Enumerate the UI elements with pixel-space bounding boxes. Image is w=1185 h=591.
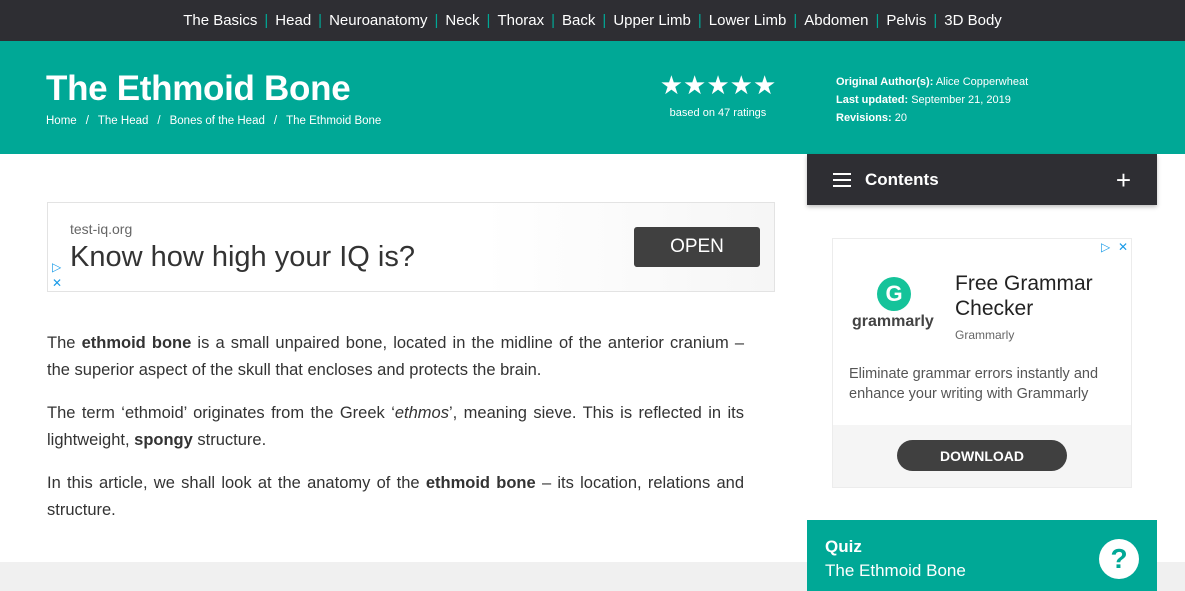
breadcrumb-separator: / [85,115,89,127]
author-label: Original Author(s): [836,76,934,88]
updated-date: September 21, 2019 [911,94,1011,106]
nav-item-head[interactable]: Head [268,12,318,29]
breadcrumb-the-head[interactable]: The Head [98,115,149,127]
rating-widget: ★★★★★ based on 47 ratings [655,71,781,119]
nav-item-neck[interactable]: Neck [438,12,486,29]
revisions-count: 20 [894,112,907,124]
contents-label: Contents [865,169,939,189]
ad-download-button[interactable]: DOWNLOAD [897,440,1067,471]
top-navigation: The Basics | Head | Neuroanatomy | Neck … [0,0,1185,41]
ad-description: Eliminate grammar errors instantly and e… [849,366,1099,402]
nav-item-the-basics[interactable]: The Basics [176,12,264,29]
breadcrumb: Home / The Head / Bones of the Head / Th… [46,115,381,127]
breadcrumb-bones-of-the-head[interactable]: Bones of the Head [170,115,265,127]
close-icon[interactable]: ✕ [1118,241,1128,253]
nav-item-thorax[interactable]: Thorax [490,12,551,29]
ad-title[interactable]: Free Grammar Checker [955,271,1125,321]
updated-line: Last updated: September 21, 2019 [836,91,1028,109]
banner-ad[interactable]: test-iq.org Know how high your IQ is? OP… [47,202,775,292]
adchoices-icon[interactable]: ▷ [1101,241,1110,253]
quiz-label: Quiz [825,537,862,556]
nav-item-back[interactable]: Back [555,12,602,29]
grammarly-logo-icon: G [877,277,911,311]
updated-label: Last updated: [836,94,909,106]
quiz-subtitle: The Ethmoid Bone [825,561,966,580]
ad-advertiser: Grammarly [955,328,1015,342]
paragraph-overview: In this article, we shall look at the an… [47,474,744,519]
sidebar-ad[interactable]: ▷ ✕ G grammarly Free Grammar Checker Gra… [832,238,1132,488]
ad-domain: test-iq.org [70,221,133,237]
ad-headline[interactable]: Know how high your IQ is? [70,241,415,274]
rating-count: based on 47 ratings [669,107,767,119]
nav-item-pelvis[interactable]: Pelvis [879,12,933,29]
paragraph-etymology: The term ‘ethmoid’ originates from the G… [47,404,744,449]
paragraph-intro: The ethmoid bone is a small unpaired bon… [47,334,744,379]
breadcrumb-the-ethmoid-bone[interactable]: The Ethmoid Bone [286,115,381,127]
revisions-line: Revisions: 20 [836,109,1028,127]
breadcrumb-separator: / [273,115,278,127]
author-line: Original Author(s): Alice Copperwheat [836,73,1028,91]
page-header: The Ethmoid Bone Home / The Head / Bones… [0,41,1185,154]
page-title: The Ethmoid Bone [46,69,351,108]
star-rating-icons[interactable]: ★★★★★ [655,71,781,99]
nav-item-upper-limb[interactable]: Upper Limb [606,12,698,29]
nav-item-3d-body[interactable]: 3D Body [937,12,1009,29]
article-meta: Original Author(s): Alice Copperwheat La… [836,73,1028,127]
nav-item-abdomen[interactable]: Abdomen [797,12,875,29]
nav-item-lower-limb[interactable]: Lower Limb [702,12,794,29]
adchoices-icon[interactable]: ▷ [52,261,61,273]
plus-icon[interactable]: + [1116,167,1131,193]
quiz-card[interactable]: Quiz The Ethmoid Bone ? [807,520,1157,591]
grammarly-logo-text: grammarly [852,313,934,330]
breadcrumb-home[interactable]: Home [46,115,77,127]
article-body: The ethmoid bone is a small unpaired bon… [47,330,744,540]
ad-open-button[interactable]: OPEN [634,227,760,267]
list-icon [833,172,851,187]
question-mark-icon[interactable]: ? [1099,539,1139,579]
contents-toggle-bar[interactable]: Contents + [807,154,1157,205]
breadcrumb-separator: / [157,115,161,127]
nav-item-neuroanatomy[interactable]: Neuroanatomy [322,12,434,29]
close-icon[interactable]: ✕ [52,277,62,289]
author-name: Alice Copperwheat [935,76,1029,88]
revisions-label: Revisions: [836,112,892,124]
